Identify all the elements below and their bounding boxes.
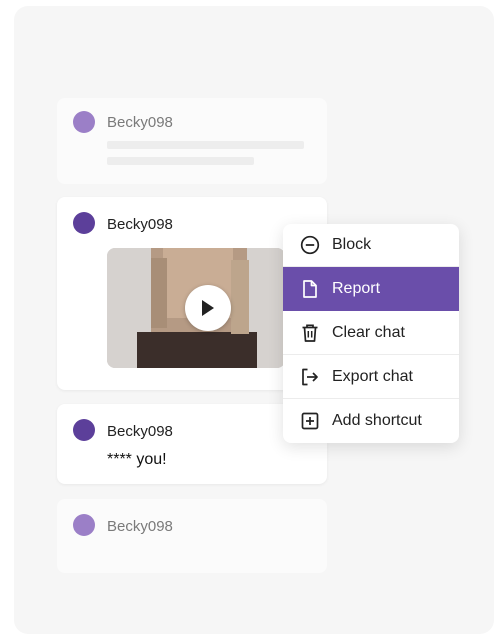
- report-icon: [303, 279, 317, 298]
- avatar[interactable]: [73, 419, 95, 441]
- video-thumbnail[interactable]: [107, 248, 285, 368]
- trash-icon: [302, 323, 318, 342]
- message-card-4[interactable]: Becky098: [57, 499, 327, 573]
- menu-item-label: Clear chat: [332, 323, 405, 341]
- pixelated-hair-right: [231, 260, 249, 334]
- avatar[interactable]: [73, 514, 95, 536]
- menu-item-label: Export chat: [332, 367, 413, 385]
- menu-item-clear-chat[interactable]: Clear chat: [283, 311, 459, 355]
- menu-item-report[interactable]: Report: [283, 267, 459, 311]
- message-username: Becky098: [107, 518, 173, 535]
- play-button[interactable]: [185, 285, 231, 331]
- message-text: **** you!: [107, 451, 167, 468]
- context-menu: Block Report Clear chat Export chat Add …: [283, 224, 459, 443]
- menu-item-block[interactable]: Block: [283, 224, 459, 267]
- menu-item-label: Add shortcut: [332, 412, 422, 429]
- play-icon: [202, 300, 214, 316]
- menu-item-label: Report: [332, 279, 381, 297]
- menu-item-export-chat[interactable]: Export chat: [283, 355, 459, 399]
- message-card-1[interactable]: Becky098: [57, 98, 327, 184]
- add-shortcut-icon: [301, 412, 319, 430]
- message-username: Becky098: [107, 114, 173, 131]
- pixelated-shoulders: [137, 332, 257, 368]
- menu-item-add-shortcut[interactable]: Add shortcut: [283, 399, 459, 443]
- block-icon: [300, 235, 320, 255]
- pixelated-hair-left: [151, 258, 167, 328]
- skeleton-line: [107, 157, 254, 165]
- avatar[interactable]: [73, 111, 95, 133]
- skeleton-line: [107, 141, 304, 149]
- export-icon: [302, 368, 318, 385]
- message-username: Becky098: [107, 423, 173, 440]
- message-username: Becky098: [107, 216, 173, 233]
- avatar[interactable]: [73, 212, 95, 234]
- menu-item-label: Block: [332, 236, 372, 253]
